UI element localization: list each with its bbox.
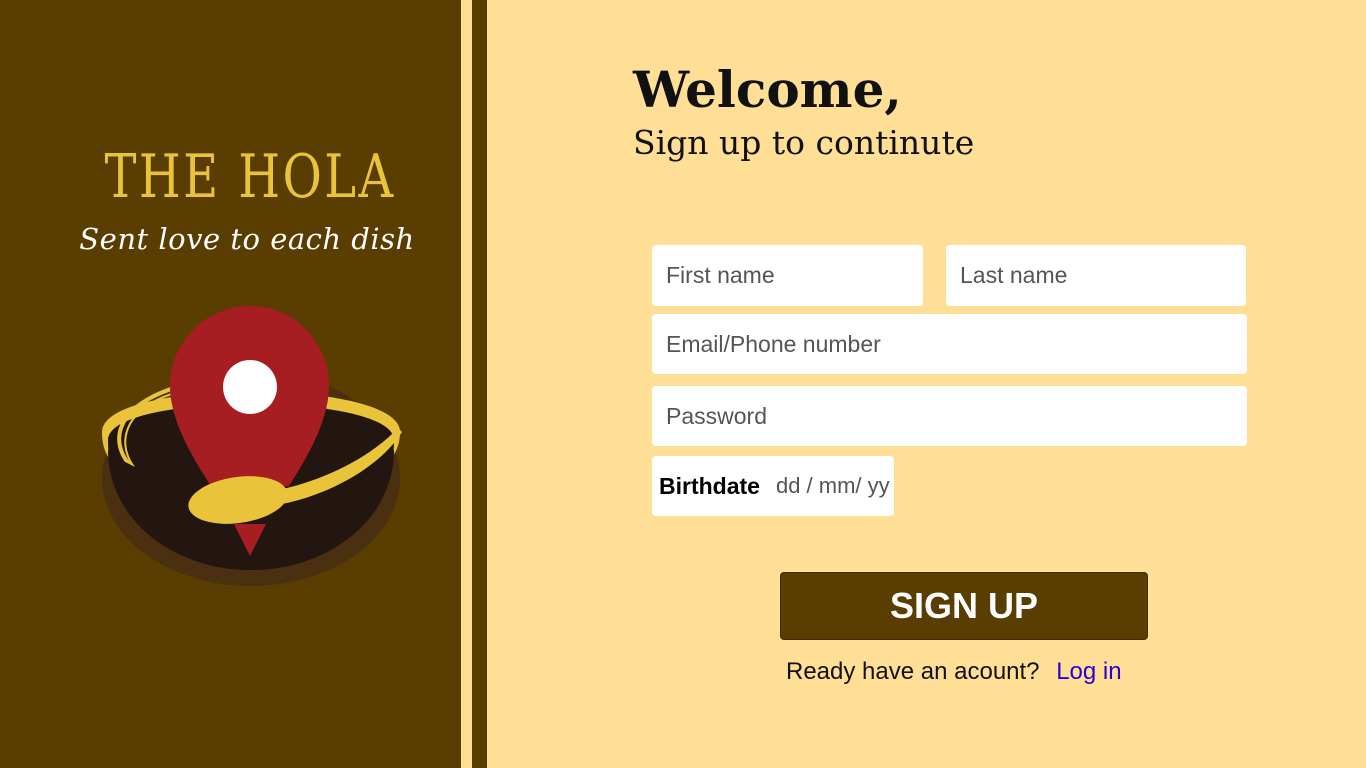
log-in-link[interactable]: Log in	[1056, 658, 1121, 685]
map-pin-in-bowl-with-spoon-icon	[102, 306, 402, 586]
birthdate-field[interactable]	[769, 473, 902, 499]
last-name-field[interactable]	[946, 245, 1246, 306]
map-pin-hole-shape	[223, 360, 277, 414]
login-prompt-text: Ready have an acount?	[786, 658, 1040, 685]
divider-dark-stripe	[472, 0, 487, 768]
password-field[interactable]	[652, 386, 1247, 446]
birthdate-group: Birthdate	[652, 456, 902, 516]
email-phone-field[interactable]	[652, 314, 1247, 374]
first-name-field[interactable]	[652, 245, 923, 306]
welcome-subtitle: Sign up to continute	[633, 123, 975, 162]
welcome-title: Welcome,	[633, 60, 902, 119]
sign-up-button[interactable]: SIGN UP	[781, 573, 1147, 639]
login-prompt-row: Ready have an acount? Log in	[786, 658, 1122, 686]
brand-tagline: Sent love to each dish	[79, 222, 415, 256]
divider-light-stripe	[461, 0, 472, 768]
brand-panel: THE HOLA Sent love to each dish	[0, 0, 461, 768]
birthdate-label: Birthdate	[659, 472, 760, 499]
brand-name: THE HOLA	[104, 142, 396, 212]
